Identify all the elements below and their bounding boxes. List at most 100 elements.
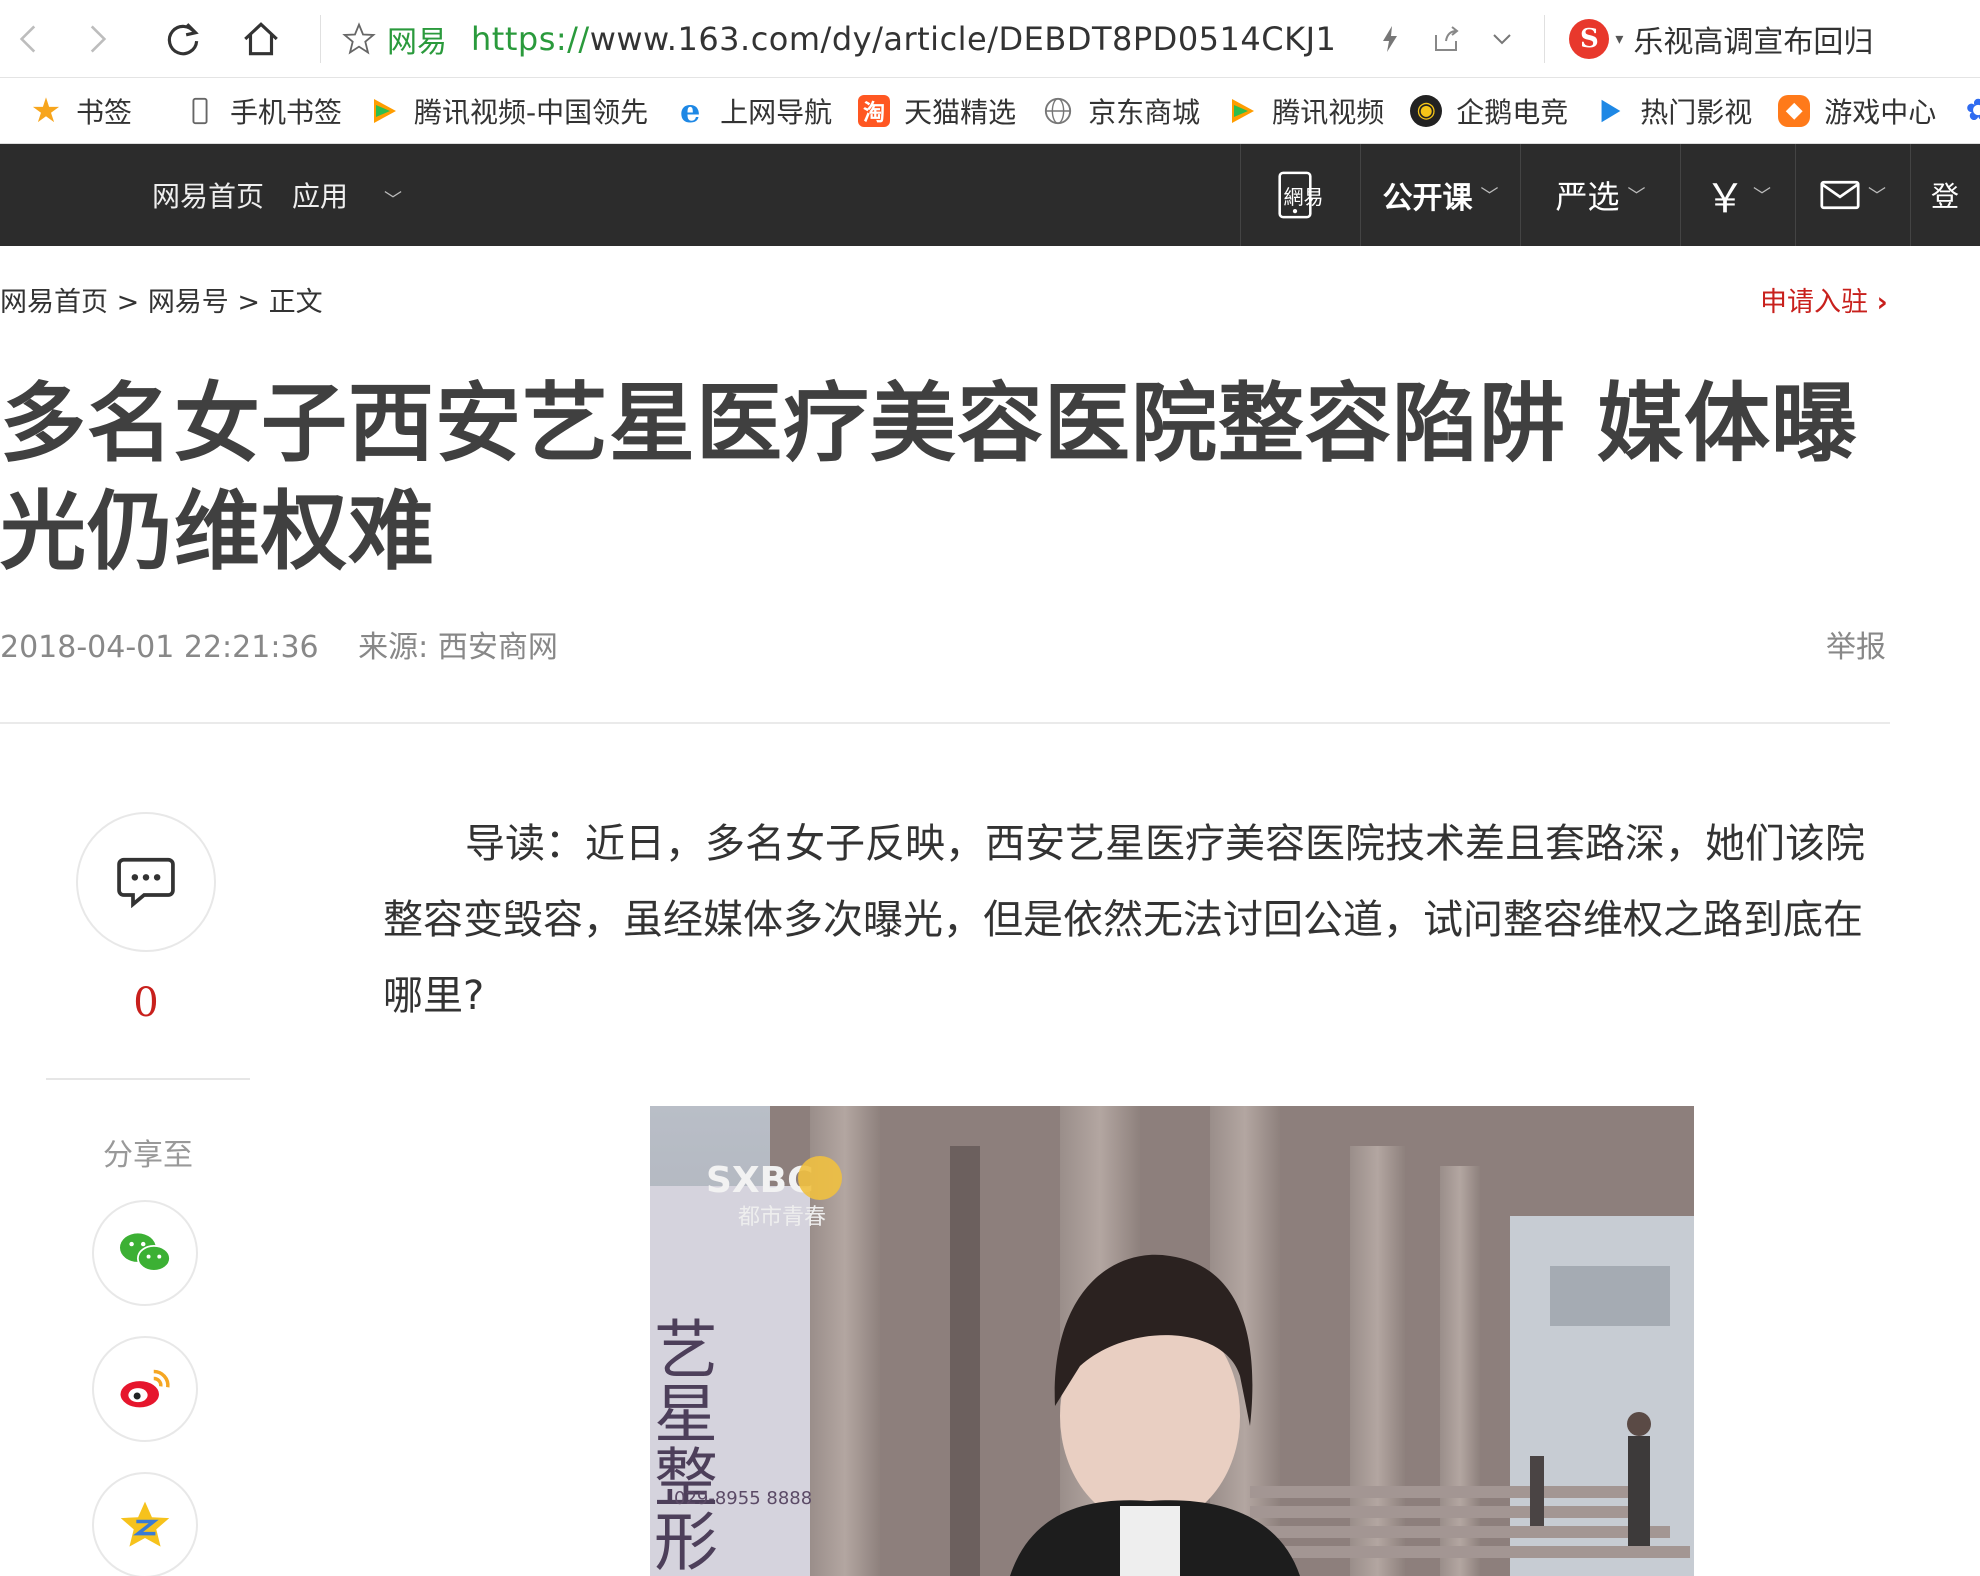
bookmark-label: 上网导航 bbox=[720, 95, 833, 129]
bookmark-label: 腾讯视频-中国领先 bbox=[414, 95, 649, 129]
chevron-down-icon: ﹀ bbox=[1868, 186, 1886, 207]
payment-menu[interactable]: ￥ ﹀ bbox=[1680, 144, 1795, 246]
yuan-icon: ￥ bbox=[1705, 176, 1745, 222]
chevron-left-icon bbox=[19, 24, 36, 53]
meta-divider bbox=[0, 722, 1890, 724]
mobile-phone-icon bbox=[184, 95, 216, 127]
site-nav-bar: 网易首页 应用 ﹀ 網易 公开课 ﹀ 严选 ﹀ ￥ ﹀ ﹀ 登 bbox=[0, 144, 1980, 246]
url-text[interactable]: https://www.163.com/dy/article/DEBDT8PD0… bbox=[471, 20, 1336, 58]
bookmark-item[interactable]: 热门影视 bbox=[1594, 91, 1752, 131]
penguin-esports-icon: ◉ bbox=[1410, 94, 1443, 127]
share-qzone-button[interactable] bbox=[92, 1472, 198, 1576]
tmall-icon: 淘 bbox=[858, 94, 891, 127]
refresh-icon bbox=[167, 22, 199, 55]
apply-join-link[interactable]: 申请入驻 › bbox=[1760, 280, 1888, 319]
breadcrumb-current: 正文 bbox=[268, 287, 323, 318]
yanxuan-menu[interactable]: 严选 ﹀ bbox=[1520, 144, 1680, 246]
chevron-down-icon: ﹀ bbox=[1753, 186, 1771, 207]
url-tools bbox=[1362, 23, 1530, 55]
browser-address-bar: 网易 https://www.163.com/dy/article/DEBDT8… bbox=[0, 0, 1980, 78]
mobile-app-button[interactable]: 網易 bbox=[1240, 144, 1360, 246]
mail-menu[interactable]: ﹀ bbox=[1795, 144, 1910, 246]
login-label: 登 bbox=[1931, 180, 1960, 213]
breadcrumb-section[interactable]: 网易号 bbox=[148, 287, 229, 318]
share-weibo-button[interactable] bbox=[92, 1336, 198, 1442]
nav-home-link[interactable]: 网易首页 bbox=[152, 175, 264, 215]
bookmark-label: 热门影视 bbox=[1640, 95, 1753, 129]
share-button[interactable] bbox=[1418, 23, 1474, 55]
comment-bubble-icon bbox=[117, 857, 175, 908]
mobile-logo-text: 網易 bbox=[1283, 184, 1324, 209]
login-link[interactable]: 登 bbox=[1910, 144, 1980, 246]
open-course-menu[interactable]: 公开课 ﹀ bbox=[1360, 144, 1520, 246]
channel-logo-circle bbox=[798, 1156, 842, 1200]
breadcrumb-home[interactable]: 网易首页 bbox=[0, 287, 108, 318]
globe-icon bbox=[1042, 95, 1074, 127]
chevron-down-icon bbox=[1493, 33, 1512, 44]
ie-browser-icon: e bbox=[679, 91, 701, 130]
toolbar-divider bbox=[1544, 14, 1546, 63]
home-icon bbox=[244, 21, 278, 55]
forward-button[interactable] bbox=[68, 10, 126, 68]
play-icon bbox=[1594, 95, 1626, 127]
bookmark-item[interactable]: 手机书签 bbox=[184, 91, 342, 131]
site-nav-left: 网易首页 应用 ﹀ bbox=[152, 144, 458, 246]
chevron-down-icon: ﹀ bbox=[1480, 186, 1499, 207]
bookmark-label: 书签 bbox=[76, 95, 133, 129]
star-outline-icon[interactable] bbox=[341, 21, 377, 57]
bookmark-label: 腾讯视频 bbox=[1272, 95, 1385, 129]
bookmark-label: 游戏中心 bbox=[1824, 95, 1937, 129]
back-button[interactable] bbox=[0, 10, 58, 68]
nav-apps-label: 应用 bbox=[292, 180, 349, 213]
site-name-label: 网易 bbox=[387, 24, 447, 60]
share-wechat-button[interactable] bbox=[92, 1200, 198, 1306]
breadcrumb-separator: > bbox=[237, 287, 261, 318]
bookmark-item[interactable]: 腾讯视频-中国领先 bbox=[368, 91, 648, 131]
chevron-down-icon: ﹀ bbox=[1627, 186, 1646, 207]
open-course-label: 公开课 bbox=[1382, 181, 1473, 216]
qzone-star-icon bbox=[120, 1501, 170, 1547]
bookmark-item[interactable]: 京东商城 bbox=[1042, 91, 1200, 131]
chevron-down-icon: ﹀ bbox=[384, 190, 403, 211]
photo-illustration: 艺星整形 029-8955 8888 SXBC 都市青春 bbox=[650, 1106, 1694, 1576]
star-icon: ★ bbox=[30, 90, 62, 131]
bookmark-item[interactable]: ✿ bbox=[1962, 93, 1980, 128]
rail-divider bbox=[46, 1078, 250, 1080]
toolbar-divider bbox=[320, 14, 321, 63]
article-lead: 导读：近日，多名女子反映，西安艺星医疗美容医院技术差且套路深，她们该院整容变毁容… bbox=[383, 821, 1865, 1019]
lightning-icon bbox=[1383, 25, 1398, 52]
url-field[interactable]: 网易 https://www.163.com/dy/article/DEBDT8… bbox=[335, 9, 1336, 69]
lightning-button[interactable] bbox=[1362, 23, 1418, 55]
comment-count[interactable]: 0 bbox=[76, 980, 216, 1026]
url-dropdown-button[interactable] bbox=[1474, 23, 1530, 55]
bookmark-item[interactable]: ◆ 游戏中心 bbox=[1778, 91, 1936, 131]
apply-join-label: 申请入驻 bbox=[1760, 287, 1868, 318]
comment-button[interactable] bbox=[76, 812, 216, 952]
nav-apps-menu[interactable]: 应用 ﹀ bbox=[292, 175, 430, 215]
site-nav-right: 網易 公开课 ﹀ 严选 ﹀ ￥ ﹀ ﹀ 登 bbox=[1240, 144, 1980, 246]
report-link[interactable]: 举报 bbox=[1826, 622, 1886, 666]
baidu-paw-icon: ✿ bbox=[1962, 93, 1980, 128]
article-source[interactable]: 来源: 西安商网 bbox=[358, 630, 558, 665]
bookmark-item[interactable]: 淘 天猫精选 bbox=[858, 91, 1016, 131]
sign-text: 艺星整形 bbox=[650, 1316, 717, 1572]
bookmark-item[interactable]: ◉ 企鹅电竞 bbox=[1410, 91, 1568, 131]
bookmark-item[interactable]: e 上网导航 bbox=[674, 91, 832, 131]
search-engine-caret-icon[interactable]: ▾ bbox=[1615, 29, 1623, 48]
wechat-icon bbox=[120, 1233, 171, 1272]
bookmark-item[interactable]: 腾讯视频 bbox=[1226, 91, 1384, 131]
article-photo[interactable]: 艺星整形 029-8955 8888 SXBC 都市青春 bbox=[650, 1106, 1694, 1576]
bookmark-label: 天猫精选 bbox=[904, 95, 1017, 129]
bookmark-item[interactable]: ★ 书签 bbox=[30, 91, 132, 131]
breadcrumb-separator: > bbox=[116, 287, 140, 318]
mail-icon bbox=[1820, 180, 1860, 210]
home-button[interactable] bbox=[232, 10, 290, 68]
url-path: www.163.com/dy/article/DEBDT8PD0514CKJ1 bbox=[589, 19, 1337, 58]
reload-button[interactable] bbox=[154, 10, 212, 68]
article-datetime: 2018-04-01 22:21:36 bbox=[0, 630, 319, 665]
search-suggestion[interactable]: 乐视高调宣布回归 bbox=[1633, 17, 1873, 61]
sogou-search-icon[interactable]: S bbox=[1569, 18, 1610, 59]
gamepad-icon: ◆ bbox=[1778, 94, 1811, 127]
search-box[interactable]: S ▾ 乐视高调宣布回归 bbox=[1569, 17, 1873, 61]
chevron-right-icon: › bbox=[1876, 287, 1888, 318]
